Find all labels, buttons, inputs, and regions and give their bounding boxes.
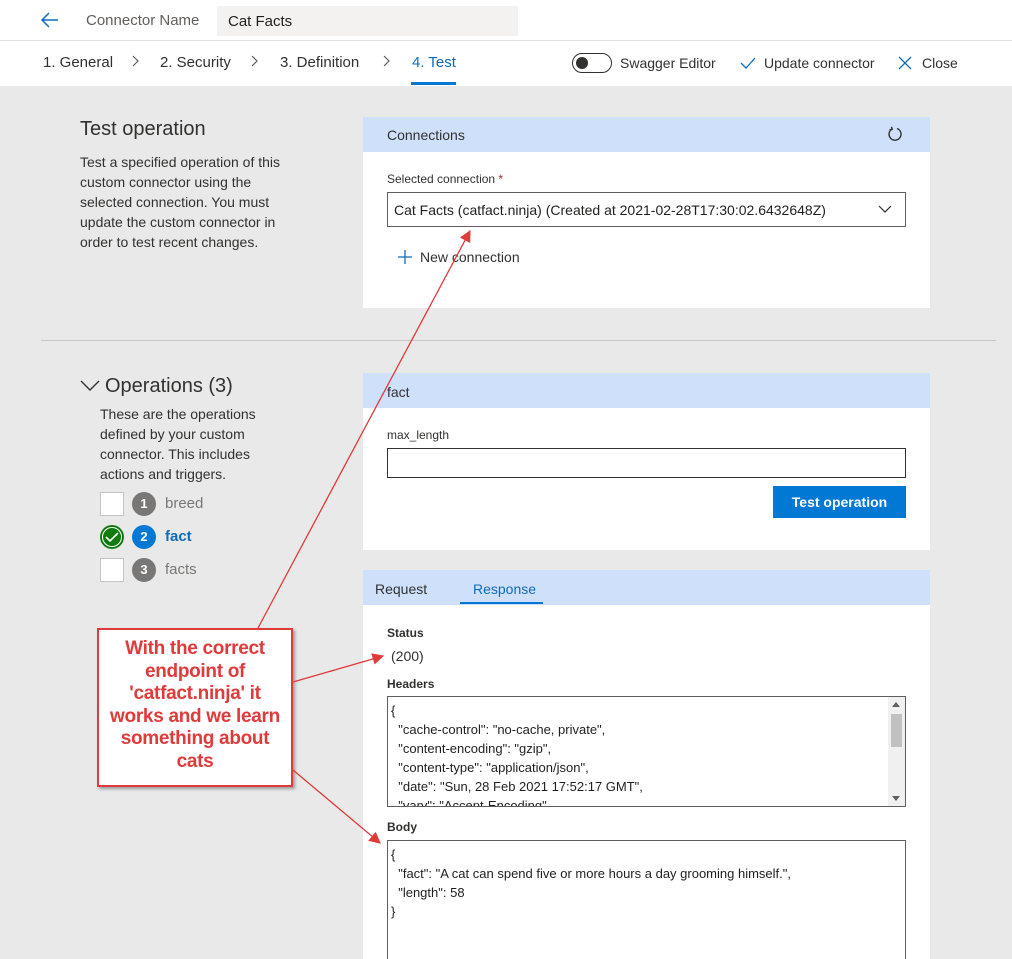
headers-scrollbar[interactable] [888, 697, 905, 806]
connection-dropdown-value: Cat Facts (catfact.ninja) (Created at 20… [394, 202, 826, 218]
tab-response[interactable]: Response [473, 581, 536, 597]
body-textbox[interactable]: { "fact": "A cat can spend five or more … [387, 840, 906, 959]
response-tabs-header [363, 570, 930, 605]
connections-card: Connections Selected connection * Cat Fa… [363, 117, 930, 308]
connection-dropdown[interactable]: Cat Facts (catfact.ninja) (Created at 20… [387, 192, 906, 227]
operation-label: facts [165, 561, 197, 578]
collapse-chevron-icon[interactable] [80, 376, 100, 396]
tab-request[interactable]: Request [375, 581, 427, 597]
back-arrow-icon[interactable] [38, 9, 62, 31]
operations-title: Operations (3) [105, 375, 233, 397]
swagger-editor-label: Swagger Editor [620, 55, 716, 71]
operation-card-header [363, 373, 930, 408]
operation-label: fact [165, 528, 192, 545]
selected-connection-label-text: Selected connection [387, 172, 496, 186]
request-response-card: Request Response Status (200) Headers { … [363, 570, 930, 959]
status-label: Status [387, 626, 424, 640]
tab-security[interactable]: 2. Security [160, 54, 231, 71]
operation-number: 3 [132, 558, 156, 582]
chevron-right-icon [383, 55, 390, 67]
scroll-up-icon[interactable] [892, 702, 900, 707]
connector-name-input[interactable] [217, 6, 518, 36]
toggle-knob [576, 57, 588, 69]
active-tab-indicator [411, 82, 456, 85]
update-connector-label: Update connector [764, 55, 875, 71]
chevron-down-icon [878, 205, 892, 213]
operation-parameters-card: fact max_length Test operation [363, 373, 930, 550]
tab-definition[interactable]: 3. Definition [280, 54, 359, 71]
operation-status-box [100, 492, 124, 516]
chevron-right-icon [132, 55, 139, 67]
test-operation-title: Test operation [80, 118, 206, 140]
body-label: Body [387, 820, 417, 834]
scroll-down-icon[interactable] [892, 796, 900, 801]
operation-label: breed [165, 495, 204, 512]
max-length-input[interactable] [387, 448, 906, 478]
tab-test[interactable]: 4. Test [412, 54, 456, 71]
top-header: Connector Name [0, 0, 1012, 41]
swagger-editor-toggle[interactable] [572, 53, 612, 73]
success-check-icon [100, 525, 124, 549]
connections-title: Connections [387, 127, 465, 143]
refresh-icon[interactable] [887, 126, 903, 142]
annotation-text: With the correct endpoint of 'catfact.ni… [110, 638, 280, 772]
headers-textbox[interactable]: { "cache-control": "no-cache, private", … [387, 696, 906, 807]
chevron-right-icon [251, 55, 258, 67]
tab-general[interactable]: 1. General [43, 54, 113, 71]
operation-card-title: fact [387, 384, 410, 400]
test-operation-button[interactable]: Test operation [773, 486, 906, 518]
operation-status-box [100, 558, 124, 582]
operation-number: 1 [132, 492, 156, 516]
close-icon [898, 56, 912, 70]
wizard-tab-bar: 1. General 2. Security 3. Definition 4. … [0, 41, 1012, 86]
section-divider [41, 340, 996, 341]
body-text: { "fact": "A cat can spend five or more … [391, 847, 791, 919]
max-length-label: max_length [387, 428, 450, 442]
test-operation-description: Test a specified operation of this custo… [80, 154, 281, 250]
status-value: (200) [391, 648, 424, 664]
required-marker: * [498, 172, 504, 186]
operation-number: 2 [132, 525, 156, 549]
plus-icon [398, 250, 412, 264]
headers-label: Headers [387, 677, 435, 691]
annotation-callout: With the correct endpoint of 'catfact.ni… [97, 628, 293, 787]
checkmark-icon [740, 57, 756, 69]
selected-connection-label: Selected connection * [387, 172, 503, 186]
connector-name-label: Connector Name [86, 12, 200, 29]
scroll-thumb[interactable] [891, 714, 902, 747]
headers-text: { "cache-control": "no-cache, private", … [391, 703, 643, 807]
new-connection-label: New connection [420, 249, 520, 265]
active-tab-indicator [460, 602, 543, 604]
close-label: Close [922, 55, 958, 71]
operations-description: These are the operations defined by your… [100, 406, 256, 482]
